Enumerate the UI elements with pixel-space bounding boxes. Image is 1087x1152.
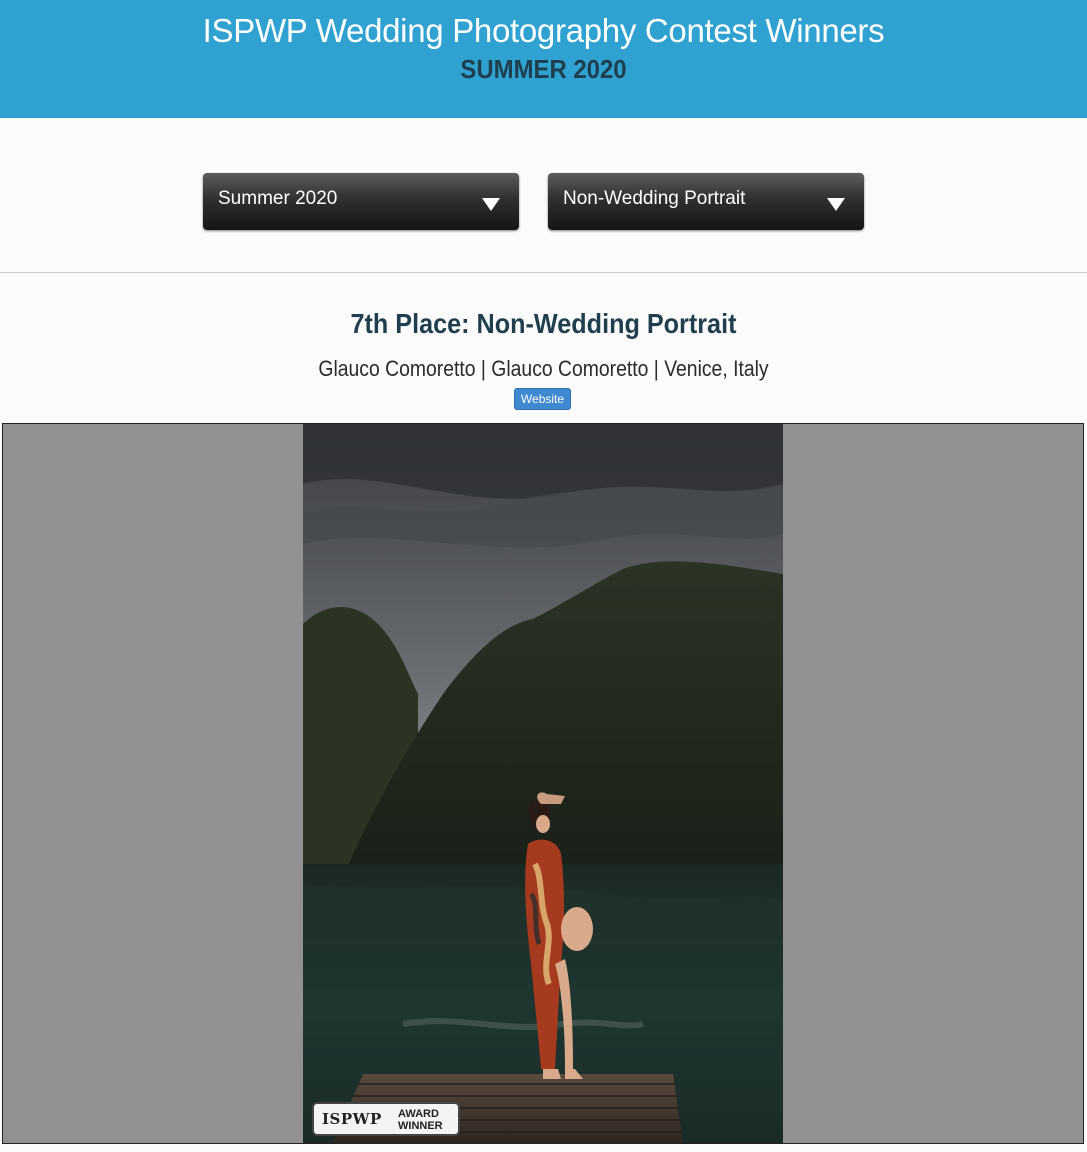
dropdown-arrow-icon xyxy=(827,198,845,211)
award-winner-badge: ISPWP AWARD WINNER xyxy=(312,1102,460,1136)
website-button[interactable]: Website xyxy=(514,388,571,410)
category-select[interactable]: Non-Wedding Portrait xyxy=(548,173,864,230)
contest-season-subtitle: SUMMER 2020 xyxy=(460,54,627,84)
badge-brand-logo: ISPWP xyxy=(322,1110,382,1128)
section-divider xyxy=(0,272,1087,273)
entry-title: 7th Place: Non-Wedding Portrait xyxy=(350,308,737,339)
photo-viewer: ISPWP AWARD WINNER xyxy=(2,423,1084,1144)
page-title: ISPWP Wedding Photography Contest Winner… xyxy=(202,12,885,49)
entry-credit: Glauco Comoretto | Glauco Comoretto | Ve… xyxy=(318,356,769,381)
season-select-value: Summer 2020 xyxy=(218,188,338,209)
dropdown-arrow-icon xyxy=(482,198,500,211)
category-select-value: Non-Wedding Portrait xyxy=(563,188,746,209)
photo-image xyxy=(303,424,783,1143)
winning-photo[interactable]: ISPWP AWARD WINNER xyxy=(303,424,783,1143)
season-select[interactable]: Summer 2020 xyxy=(203,173,519,230)
site-header: ISPWP Wedding Photography Contest Winner… xyxy=(0,0,1087,118)
badge-award-label: AWARD xyxy=(398,1108,439,1120)
badge-winner-label: WINNER xyxy=(398,1120,443,1132)
